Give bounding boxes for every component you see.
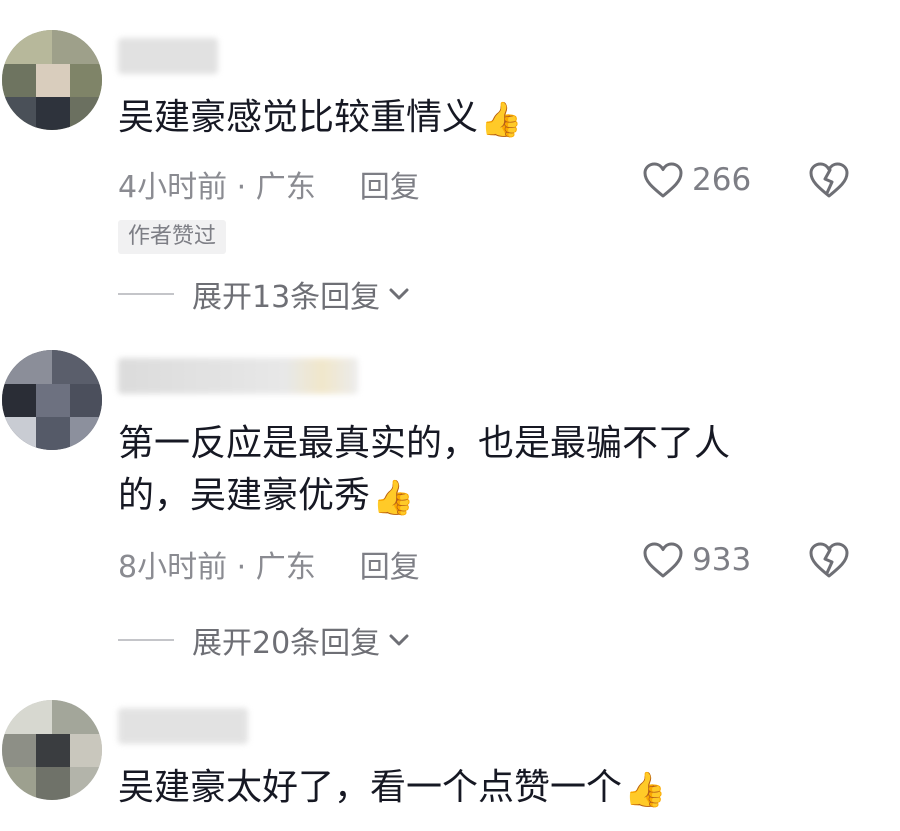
avatar[interactable] (2, 30, 102, 130)
thumbs-up-emoji: 👍 (480, 100, 523, 140)
comment-text-content: 吴建豪感觉比较重情义 (118, 97, 479, 138)
like-button[interactable]: 266 (642, 160, 751, 200)
dislike-button[interactable] (808, 160, 850, 200)
chevron-down-icon (389, 634, 409, 646)
expand-replies-button[interactable]: 展开20条回复 (118, 618, 410, 662)
comment-meta: 4小时前 · 广东 回复 (118, 162, 420, 206)
time-location: 4小时前 · 广东 (118, 170, 316, 205)
heart-outline-icon (643, 542, 683, 578)
comment-text-line-2: 的，吴建豪优秀👍 (118, 470, 730, 524)
like-count: 933 (692, 542, 752, 578)
divider (118, 293, 174, 295)
like-button[interactable]: 933 (642, 540, 751, 580)
comment-text-line-1: 第一反应是最真实的，也是最骗不了人 (118, 423, 731, 464)
thumbs-up-emoji: 👍 (624, 770, 667, 810)
username[interactable] (118, 358, 358, 394)
username[interactable] (118, 708, 248, 744)
username[interactable] (118, 38, 218, 74)
broken-heart-icon (809, 162, 849, 198)
avatar[interactable] (2, 350, 102, 450)
comment-meta: 8小时前 · 广东 回复 (118, 542, 420, 586)
heart-outline-icon (643, 162, 683, 198)
comment-text: 吴建豪太好了，看一个点赞一个👍 (118, 762, 666, 816)
reply-button[interactable]: 回复 (360, 550, 420, 585)
expand-replies-button[interactable]: 展开13条回复 (118, 272, 410, 316)
comment-text: 第一反应是最真实的，也是最骗不了人 的，吴建豪优秀👍 (118, 418, 730, 524)
reply-button[interactable]: 回复 (360, 170, 420, 205)
time-location: 8小时前 · 广东 (118, 550, 316, 585)
thumbs-up-emoji: 👍 (372, 478, 415, 518)
expand-replies-label: 展开13条回复 (192, 280, 381, 315)
dislike-button[interactable] (808, 540, 850, 580)
comment-text-content: 的，吴建豪优秀 (118, 475, 371, 516)
divider (118, 639, 174, 641)
avatar[interactable] (2, 700, 102, 800)
chevron-down-icon (389, 288, 409, 300)
expand-replies-label: 展开20条回复 (192, 626, 381, 661)
author-liked-badge: 作者赞过 (118, 220, 227, 254)
comment-text-content: 吴建豪太好了，看一个点赞一个 (118, 767, 623, 808)
broken-heart-icon (809, 542, 849, 578)
comment-text: 吴建豪感觉比较重情义👍 (118, 92, 522, 146)
like-count: 266 (692, 162, 752, 198)
